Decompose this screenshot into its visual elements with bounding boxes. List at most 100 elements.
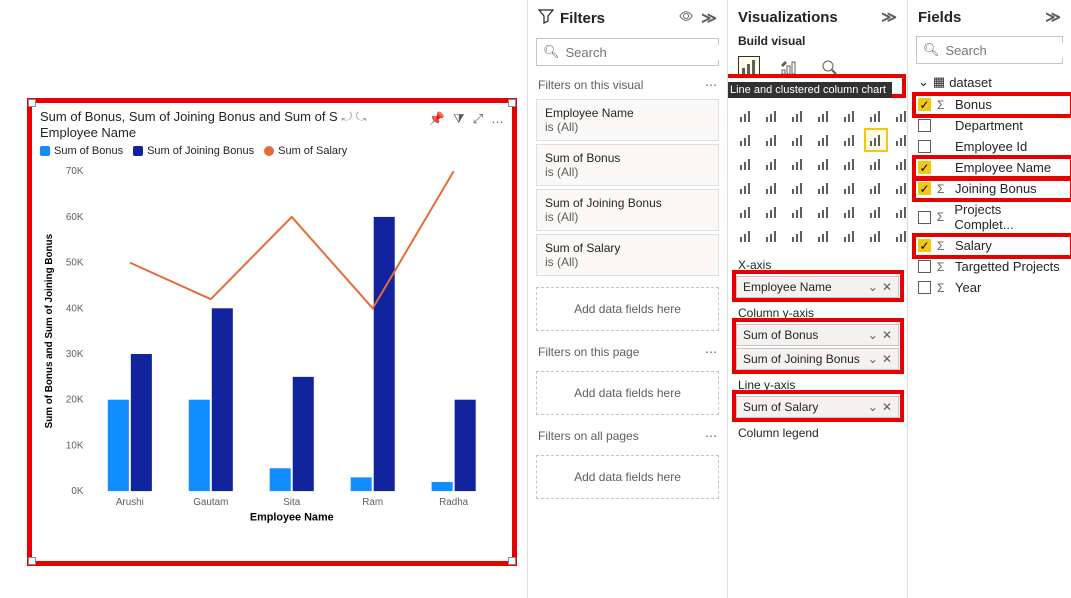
filters-search-input[interactable] (566, 45, 727, 60)
viz-type-icon[interactable] (788, 130, 808, 150)
collapse-icon[interactable]: ≫ (881, 8, 897, 26)
viz-type-icon[interactable] (866, 178, 886, 198)
viz-type-icon[interactable] (736, 106, 756, 126)
collapse-icon[interactable]: ≫ (1045, 8, 1061, 26)
viz-type-icon[interactable] (762, 130, 782, 150)
viz-type-icon[interactable] (762, 178, 782, 198)
filters-add-visual[interactable]: Add data fields here (536, 287, 719, 331)
fields-search[interactable]: 🔍︎ (916, 36, 1063, 64)
field-well-pill[interactable]: Sum of Joining Bonus⌄✕ (736, 348, 899, 370)
svg-text:Gautam: Gautam (193, 497, 228, 508)
chart-visual[interactable]: Sum of Bonus, Sum of Joining Bonus and S… (27, 98, 517, 566)
viz-type-icon[interactable] (840, 130, 860, 150)
chart-legend: Sum of BonusSum of Joining BonusSum of S… (40, 145, 504, 157)
viz-type-icon[interactable] (840, 154, 860, 174)
chevron-down-icon[interactable]: ⌄ (868, 352, 878, 366)
checkbox-icon[interactable]: ✓ (918, 239, 931, 252)
viz-type-icon[interactable] (840, 178, 860, 198)
viz-type-icon[interactable] (788, 154, 808, 174)
viz-type-icon[interactable] (892, 154, 907, 174)
viz-type-icon[interactable] (866, 202, 886, 222)
field-well-pill[interactable]: Sum of Bonus⌄✕ (736, 324, 899, 346)
chart-title: Sum of Bonus, Sum of Joining Bonus and S… (40, 109, 429, 141)
viz-type-icon[interactable] (814, 130, 834, 150)
viz-type-icon[interactable] (736, 202, 756, 222)
viz-type-icon[interactable] (762, 106, 782, 126)
remove-icon[interactable]: ✕ (882, 280, 892, 294)
field-row[interactable]: ΣTargetted Projects (908, 256, 1071, 277)
pin-icon[interactable]: 📌 (429, 111, 445, 127)
viz-type-icon[interactable] (736, 178, 756, 198)
filters-group-more-icon[interactable]: ⋯ (705, 429, 717, 443)
filter-card[interactable]: Sum of Salaryis (All) (536, 234, 719, 276)
checkbox-icon[interactable] (918, 260, 931, 273)
remove-icon[interactable]: ✕ (882, 328, 892, 342)
viz-type-icon[interactable] (762, 202, 782, 222)
viz-type-icon[interactable] (814, 178, 834, 198)
field-row[interactable]: ✓Employee Name (908, 157, 1071, 178)
viz-type-icon[interactable] (788, 178, 808, 198)
filters-group-more-icon[interactable]: ⋯ (705, 345, 717, 359)
viz-type-icon[interactable] (736, 130, 756, 150)
filters-search[interactable]: 🔍︎ (536, 38, 719, 66)
remove-icon[interactable]: ✕ (882, 352, 892, 366)
filter-card[interactable]: Sum of Joining Bonusis (All) (536, 189, 719, 231)
viz-type-icon[interactable] (840, 226, 860, 246)
viz-type-icon[interactable] (866, 226, 886, 246)
viz-type-icon[interactable] (788, 202, 808, 222)
chevron-down-icon[interactable]: ⌄ (868, 328, 878, 342)
filters-group-more-icon[interactable]: ⋯ (705, 78, 717, 92)
viz-type-icon[interactable] (736, 154, 756, 174)
viz-type-icon[interactable] (892, 178, 907, 198)
collapse-icon[interactable]: ≫ (701, 9, 717, 27)
remove-icon[interactable]: ✕ (882, 400, 892, 414)
filter-card[interactable]: Sum of Bonusis (All) (536, 144, 719, 186)
chevron-down-icon[interactable]: ⌄ (868, 280, 878, 294)
viz-type-icon[interactable] (840, 106, 860, 126)
viz-type-icon[interactable] (762, 226, 782, 246)
checkbox-icon[interactable] (918, 119, 931, 132)
checkbox-icon[interactable]: ✓ (918, 182, 931, 195)
fields-search-input[interactable] (946, 43, 1071, 58)
eye-icon[interactable] (679, 9, 693, 27)
field-row[interactable]: ✓ΣSalary (908, 235, 1071, 256)
viz-type-icon[interactable] (892, 130, 907, 150)
viz-type-icon[interactable] (762, 154, 782, 174)
checkbox-icon[interactable]: ✓ (918, 98, 931, 111)
field-row[interactable]: ΣYear (908, 277, 1071, 298)
filter-card[interactable]: Employee Nameis (All) (536, 99, 719, 141)
viz-type-icon[interactable] (788, 226, 808, 246)
search-icon: 🔍︎ (923, 42, 940, 58)
checkbox-icon[interactable] (918, 211, 931, 224)
viz-type-icon[interactable] (892, 202, 907, 222)
viz-type-icon[interactable] (814, 226, 834, 246)
checkbox-icon[interactable] (918, 281, 931, 294)
viz-type-icon[interactable] (814, 154, 834, 174)
field-well-pill[interactable]: Employee Name⌄✕ (736, 276, 899, 298)
field-row[interactable]: ΣProjects Complet... (908, 199, 1071, 235)
viz-type-icon[interactable] (866, 130, 886, 150)
viz-type-icon[interactable] (866, 106, 886, 126)
field-row[interactable]: ✓ΣJoining Bonus (908, 178, 1071, 199)
field-row[interactable]: ✓ΣBonus (908, 94, 1071, 115)
viz-type-icon[interactable] (814, 202, 834, 222)
more-icon[interactable]: … (491, 111, 504, 127)
viz-type-icon[interactable] (892, 226, 907, 246)
field-row[interactable]: Department (908, 115, 1071, 136)
chevron-down-icon[interactable]: ⌄ (868, 400, 878, 414)
viz-type-icon[interactable] (736, 226, 756, 246)
checkbox-icon[interactable]: ✓ (918, 161, 931, 174)
filters-add-page[interactable]: Add data fields here (536, 371, 719, 415)
viz-type-icon[interactable] (892, 106, 907, 126)
field-row[interactable]: Employee Id (908, 136, 1071, 157)
viz-type-icon[interactable] (814, 106, 834, 126)
viz-type-icon[interactable] (788, 106, 808, 126)
focus-icon[interactable]: ⤢ (473, 111, 483, 127)
filters-add-all[interactable]: Add data fields here (536, 455, 719, 499)
viz-type-icon[interactable] (840, 202, 860, 222)
dataset-header[interactable]: ⌄ ▦ dataset (908, 70, 1071, 94)
field-well-pill[interactable]: Sum of Salary⌄✕ (736, 396, 899, 418)
viz-type-icon[interactable] (866, 154, 886, 174)
filter-icon[interactable]: ⧩ (453, 111, 465, 127)
checkbox-icon[interactable] (918, 140, 931, 153)
